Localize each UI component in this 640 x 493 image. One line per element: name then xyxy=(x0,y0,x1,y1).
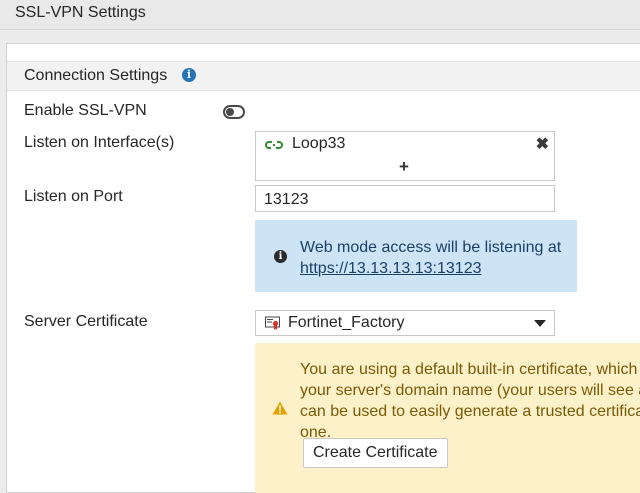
enable-ssl-vpn-toggle[interactable] xyxy=(223,105,245,119)
settings-panel: Connection Settings i Enable SSL-VPN Lis… xyxy=(6,43,640,493)
chevron-down-icon xyxy=(534,320,546,327)
toggle-knob xyxy=(226,108,234,116)
web-mode-info-message: Web mode access will be listening at xyxy=(300,239,562,256)
info-icon: i xyxy=(274,250,287,263)
info-circle-icon[interactable]: i xyxy=(182,68,196,82)
listen-port-label: Listen on Port xyxy=(24,188,123,205)
interface-link-icon xyxy=(265,138,283,154)
remove-interface-icon[interactable]: ✖ xyxy=(536,134,549,154)
listen-port-input[interactable] xyxy=(255,185,555,212)
listen-interface-multiselect[interactable]: Loop33 ✖ + xyxy=(255,131,555,181)
enable-ssl-vpn-label: Enable SSL-VPN xyxy=(24,102,147,119)
interface-item-loop33: Loop33 xyxy=(292,135,346,152)
web-mode-info-box: i Web mode access will be listening at h… xyxy=(255,220,577,292)
certificate-warning-box: You are using a default built-in certifi… xyxy=(255,343,640,493)
page-title: SSL-VPN Settings xyxy=(15,4,146,21)
section-header-connection-settings: Connection Settings i xyxy=(7,61,640,91)
add-interface-icon[interactable]: + xyxy=(399,157,409,177)
listen-interface-label: Listen on Interface(s) xyxy=(24,134,175,151)
certificate-icon xyxy=(265,316,281,331)
server-certificate-select[interactable]: Fortinet_Factory xyxy=(255,310,555,336)
section-title: Connection Settings xyxy=(24,67,168,84)
web-mode-url-link[interactable]: https://13.13.13.13:13123 xyxy=(300,260,481,277)
warning-line: your server's domain name (your users wi… xyxy=(300,382,640,399)
create-certificate-button[interactable]: Create Certificate xyxy=(303,438,448,468)
warning-line: You are using a default built-in certifi… xyxy=(300,361,638,378)
server-certificate-label: Server Certificate xyxy=(24,313,148,330)
page-header: SSL-VPN Settings xyxy=(0,0,640,30)
certificate-warning-text: You are using a default built-in certifi… xyxy=(300,359,640,443)
certificate-selected-value: Fortinet_Factory xyxy=(288,314,405,331)
web-mode-info-text: Web mode access will be listening at htt… xyxy=(300,237,561,279)
warning-line: can be used to easily generate a trusted… xyxy=(300,403,640,420)
warning-icon xyxy=(272,401,288,415)
